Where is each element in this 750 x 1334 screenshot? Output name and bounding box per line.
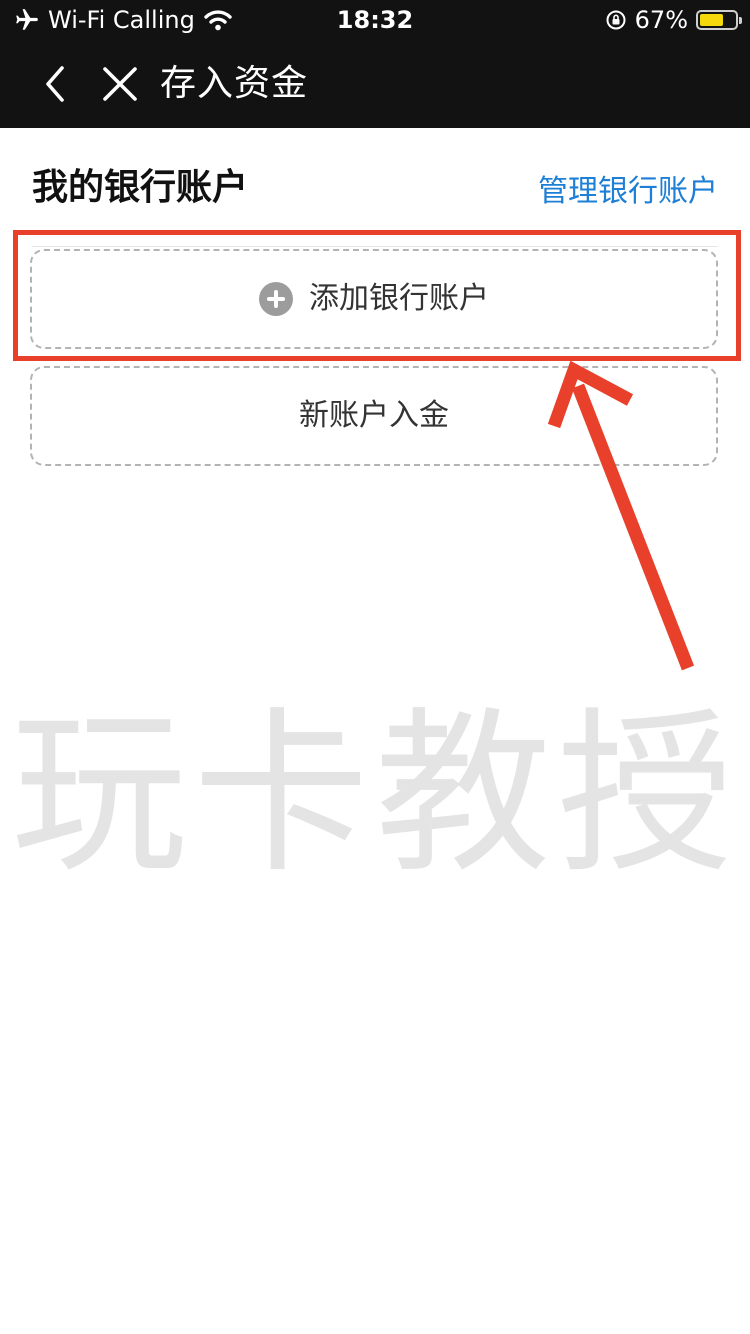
manage-bank-accounts-link[interactable]: 管理银行账户 [538, 170, 718, 214]
battery-icon [696, 10, 742, 30]
back-button[interactable] [34, 60, 78, 108]
chevron-left-icon [46, 66, 64, 102]
screen: Wi-Fi Calling 18:32 67% 存入资金 我的银行账户 管理银行… [0, 0, 750, 1334]
annotation-arrow-icon [547, 360, 695, 671]
status-right: 67% [605, 4, 742, 36]
status-bar: Wi-Fi Calling 18:32 67% [0, 0, 750, 40]
page-title: 存入资金 [160, 63, 309, 104]
battery-fill [700, 14, 723, 26]
divider [32, 246, 718, 247]
plus-circle-icon [259, 282, 293, 316]
close-icon [103, 67, 137, 101]
new-account-deposit-label: 新账户入金 [299, 398, 449, 433]
add-bank-account-button[interactable]: 添加银行账户 [30, 249, 718, 349]
watermark: 玩卡教授 [10, 692, 739, 897]
add-bank-account-label: 添加银行账户 [309, 281, 489, 316]
battery-percent: 67% [634, 6, 688, 34]
nav-bar: 存入资金 [0, 40, 750, 128]
section-title: 我的银行账户 [32, 167, 249, 208]
close-button[interactable] [98, 60, 142, 108]
rotation-lock-icon [606, 10, 626, 30]
